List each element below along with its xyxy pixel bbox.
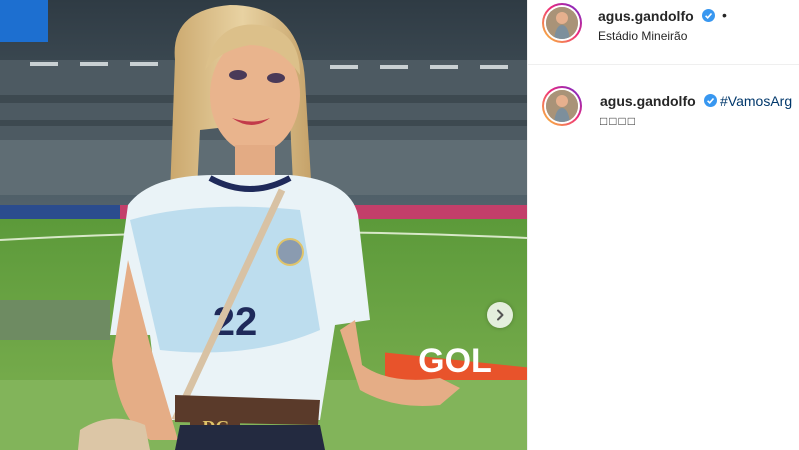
post-photo-image: GOL 22 DG <box>0 0 527 450</box>
chevron-right-icon <box>497 309 504 321</box>
post-photo[interactable]: GOL 22 DG <box>0 0 527 450</box>
banner-text: GOL <box>418 342 492 380</box>
avatar[interactable] <box>542 3 582 43</box>
caption-text: □□□□ <box>600 114 637 128</box>
location-link[interactable]: Estádio Mineirão <box>598 29 687 43</box>
post-header: agus.gandolfo • Estádio Mineirão <box>528 0 799 65</box>
verified-badge-icon <box>702 9 715 22</box>
verified-badge-icon <box>704 94 717 107</box>
caption-hashtag[interactable]: #VamosArg <box>720 93 792 109</box>
caption-avatar[interactable] <box>542 86 582 126</box>
avatar-image <box>546 7 578 39</box>
separator-dot: • <box>722 7 727 23</box>
next-photo-button[interactable] <box>487 302 513 328</box>
post-side-panel: agus.gandolfo • Estádio Mineirão agus.ga… <box>528 0 799 450</box>
caption-avatar-image <box>546 90 578 122</box>
caption-username[interactable]: agus.gandolfo <box>600 93 696 109</box>
header-username[interactable]: agus.gandolfo <box>598 8 694 24</box>
